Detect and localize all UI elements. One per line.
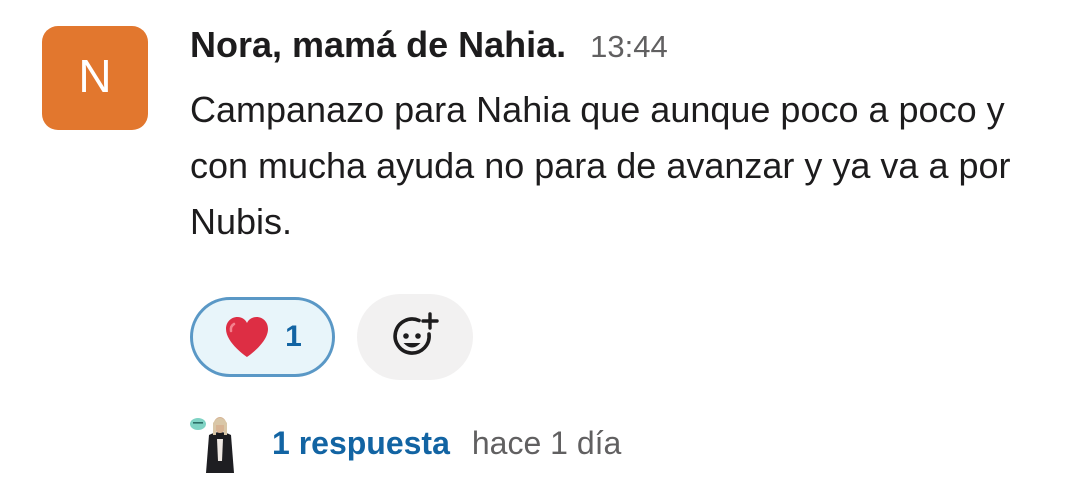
- reply-count-link[interactable]: 1 respuesta: [272, 425, 450, 462]
- reactions-bar: 1: [190, 294, 473, 380]
- last-reply-time: hace 1 día: [471, 424, 622, 461]
- reaction-count: 1: [285, 320, 302, 353]
- message-text: Campanazo para Nahia que aunque poco a p…: [190, 89, 1011, 242]
- reaction-heart[interactable]: 1: [190, 297, 335, 377]
- message-header: Nora, mamá de Nahia. 13:44: [190, 24, 668, 72]
- author-name[interactable]: Nora, mamá de Nahia.: [190, 24, 566, 66]
- message-timestamp[interactable]: 13:44: [590, 29, 668, 65]
- author-avatar[interactable]: N: [42, 26, 148, 130]
- thread-summary[interactable]: 1 respuesta hace 1 día: [190, 412, 621, 474]
- smiley-plus-icon: [393, 312, 439, 355]
- add-reaction-button[interactable]: [357, 294, 473, 380]
- message: N Nora, mamá de Nahia. 13:44 Campanazo p…: [0, 0, 1079, 494]
- heart-icon: [226, 317, 269, 357]
- user-photo-icon[interactable]: [190, 413, 250, 473]
- avatar-initial: N: [78, 50, 112, 102]
